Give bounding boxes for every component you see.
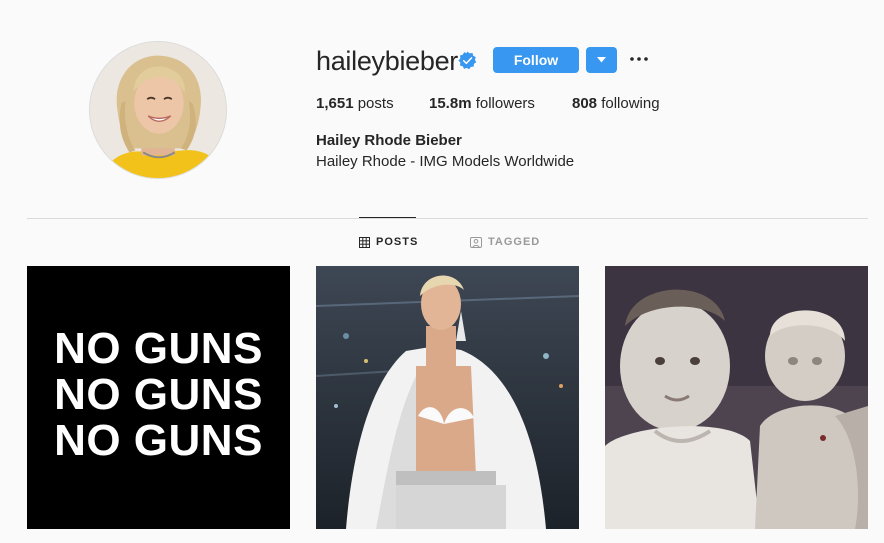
- follow-button[interactable]: Follow: [493, 47, 579, 73]
- chevron-down-icon: [597, 57, 606, 63]
- followers-count: 15.8m: [429, 95, 472, 112]
- more-options-icon: [630, 57, 648, 61]
- post-photo: [316, 266, 579, 529]
- tabs-divider: [27, 218, 868, 219]
- profile-full-name: Hailey Rhode Bieber: [316, 132, 462, 149]
- post-thumbnail[interactable]: [316, 266, 579, 529]
- tab-tagged-label: TAGGED: [488, 236, 541, 248]
- profile-page: haileybieber Follow 1,651 posts 15.8m fo…: [0, 0, 884, 543]
- profile-bio: Hailey Rhode - IMG Models Worldwide: [316, 153, 575, 170]
- tag-icon: [470, 236, 482, 248]
- grid-icon: [359, 236, 370, 248]
- post-text-line: NO GUNS: [54, 324, 263, 373]
- post-text-line: NO GUNS: [54, 370, 263, 419]
- following-count-stat[interactable]: 808 following: [572, 95, 660, 113]
- following-label: following: [601, 95, 660, 112]
- post-thumbnail[interactable]: [605, 266, 868, 529]
- profile-avatar[interactable]: [89, 41, 227, 179]
- posts-label: posts: [357, 95, 394, 112]
- posts-count: 1,651: [316, 95, 354, 112]
- post-photo: [605, 266, 868, 529]
- post-text-line: NO GUNS: [54, 416, 263, 465]
- active-tab-indicator: [359, 217, 416, 218]
- post-thumbnail[interactable]: NO GUNS NO GUNS NO GUNS: [27, 266, 290, 529]
- posts-count-stat: 1,651 posts: [316, 95, 394, 113]
- suggested-accounts-button[interactable]: [586, 47, 617, 73]
- tab-tagged[interactable]: TAGGED: [470, 236, 540, 248]
- followers-count-stat[interactable]: 15.8m followers: [429, 95, 535, 113]
- profile-username: haileybieber: [316, 46, 458, 76]
- avatar-image: [90, 42, 226, 178]
- more-options-button[interactable]: [628, 50, 650, 68]
- following-count: 808: [572, 95, 598, 112]
- tab-posts-label: POSTS: [376, 236, 419, 248]
- verified-badge-icon: [458, 51, 477, 70]
- followers-label: followers: [475, 95, 535, 112]
- tab-posts[interactable]: POSTS: [359, 236, 418, 248]
